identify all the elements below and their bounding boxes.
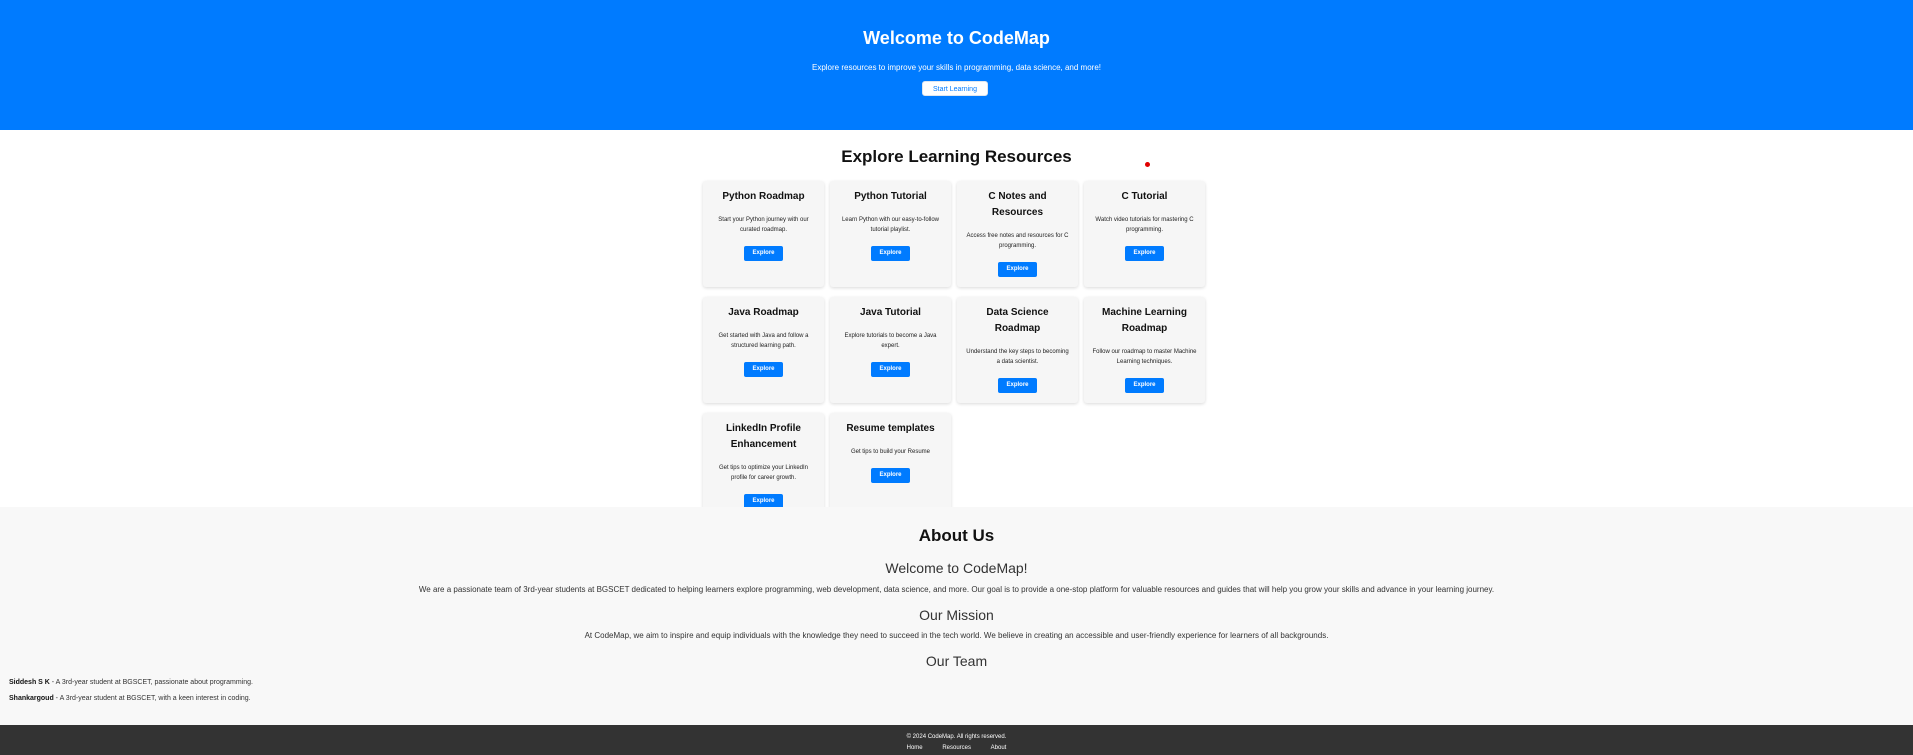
- resource-card-java-tutorial: Java Tutorial Explore tutorials to becom…: [830, 297, 951, 403]
- card-description: Explore tutorials to become a Java exper…: [844, 333, 937, 349]
- explore-button[interactable]: Explore: [1125, 378, 1164, 393]
- resource-card-python-tutorial: Python Tutorial Learn Python with our ea…: [830, 181, 951, 287]
- explore-button[interactable]: Explore: [744, 362, 783, 377]
- explore-button[interactable]: Explore: [1125, 246, 1164, 261]
- card-description: Start your Python journey with our curat…: [718, 217, 809, 233]
- about-section: About Us Welcome to CodeMap! We are a pa…: [0, 507, 1913, 725]
- cursor-marker: [1145, 162, 1150, 167]
- card-description: Access free notes and resources for C pr…: [966, 233, 1069, 249]
- card-title: Python Tutorial: [854, 191, 927, 202]
- hero-subtitle: Explore resources to improve your skills…: [811, 63, 1101, 72]
- card-description: Learn Python with our easy-to-follow tut…: [841, 217, 940, 233]
- resources-grid: Python Roadmap Start your Python journey…: [703, 181, 1208, 519]
- resource-card-python-roadmap: Python Roadmap Start your Python journey…: [703, 181, 824, 287]
- resource-card-c-tutorial: C Tutorial Watch video tutorials for mas…: [1084, 181, 1205, 287]
- mission-heading: Our Mission: [919, 607, 994, 623]
- footer-link-home[interactable]: Home: [907, 745, 923, 751]
- team-member-name: Shankargoud: [9, 695, 54, 702]
- resource-card-c-notes: C Notes and Resources Access free notes …: [957, 181, 1078, 287]
- about-title: About Us: [918, 526, 995, 545]
- card-description: Get tips to optimize your LinkedIn profi…: [718, 465, 809, 481]
- explore-button[interactable]: Explore: [871, 246, 910, 261]
- footer-copyright: © 2024 CodeMap. All rights reserved.: [906, 734, 1007, 740]
- team-member-role: - A 3rd-year student at BGSCET, passiona…: [49, 679, 253, 686]
- card-title: C Notes and Resources: [988, 191, 1047, 218]
- card-title: Resume templates: [846, 423, 935, 434]
- about-intro-text: We are a passionate team of 3rd-year stu…: [418, 585, 1495, 594]
- card-description: Understand the key steps to becoming a d…: [966, 349, 1069, 365]
- hero-title: Welcome to CodeMap: [863, 28, 1050, 48]
- card-title: Python Roadmap: [722, 191, 805, 202]
- card-title: Machine Learning Roadmap: [1101, 307, 1187, 334]
- hero-banner: Welcome to CodeMap Explore resources to …: [0, 0, 1913, 130]
- card-description: Get tips to build your Resume: [850, 449, 931, 455]
- explore-button[interactable]: Explore: [744, 246, 783, 261]
- footer-nav: Home Resources About: [0, 745, 1913, 751]
- resource-card-java-roadmap: Java Roadmap Get started with Java and f…: [703, 297, 824, 403]
- team-member: Siddesh S K - A 3rd-year student at BGSC…: [9, 679, 253, 686]
- card-description: Follow our roadmap to master Machine Lea…: [1092, 349, 1197, 365]
- explore-button[interactable]: Explore: [871, 468, 910, 483]
- footer-link-resources[interactable]: Resources: [942, 745, 971, 751]
- resource-card-linkedin-enhancement: LinkedIn Profile Enhancement Get tips to…: [703, 413, 824, 519]
- card-title: Data Science Roadmap: [986, 307, 1049, 334]
- card-description: Watch video tutorials for mastering C pr…: [1095, 217, 1194, 233]
- card-title: C Tutorial: [1121, 191, 1168, 202]
- team-member: Shankargoud - A 3rd-year student at BGSC…: [9, 695, 251, 702]
- resources-title: Explore Learning Resources: [841, 147, 1072, 166]
- explore-button[interactable]: Explore: [998, 378, 1037, 393]
- team-member-role: - A 3rd-year student at BGSCET, with a k…: [53, 695, 251, 702]
- page: Welcome to CodeMap Explore resources to …: [0, 0, 1913, 755]
- explore-button[interactable]: Explore: [871, 362, 910, 377]
- team-heading: Our Team: [925, 653, 988, 669]
- resource-card-machine-learning-roadmap: Machine Learning Roadmap Follow our road…: [1084, 297, 1205, 403]
- footer-link-about[interactable]: About: [991, 745, 1007, 751]
- start-learning-button[interactable]: Start Learning: [922, 81, 988, 96]
- card-title: LinkedIn Profile Enhancement: [725, 423, 801, 450]
- card-title: Java Tutorial: [860, 307, 921, 318]
- card-description: Get started with Java and follow a struc…: [718, 333, 809, 349]
- mission-text: At CodeMap, we aim to inspire and equip …: [584, 631, 1329, 640]
- resource-card-resume-templates: Resume templates Get tips to build your …: [830, 413, 951, 519]
- about-welcome-heading: Welcome to CodeMap!: [885, 560, 1028, 576]
- footer: © 2024 CodeMap. All rights reserved. Hom…: [0, 725, 1913, 755]
- resource-card-data-science-roadmap: Data Science Roadmap Understand the key …: [957, 297, 1078, 403]
- explore-button[interactable]: Explore: [998, 262, 1037, 277]
- team-member-name: Siddesh S K: [9, 679, 50, 686]
- card-title: Java Roadmap: [728, 307, 799, 318]
